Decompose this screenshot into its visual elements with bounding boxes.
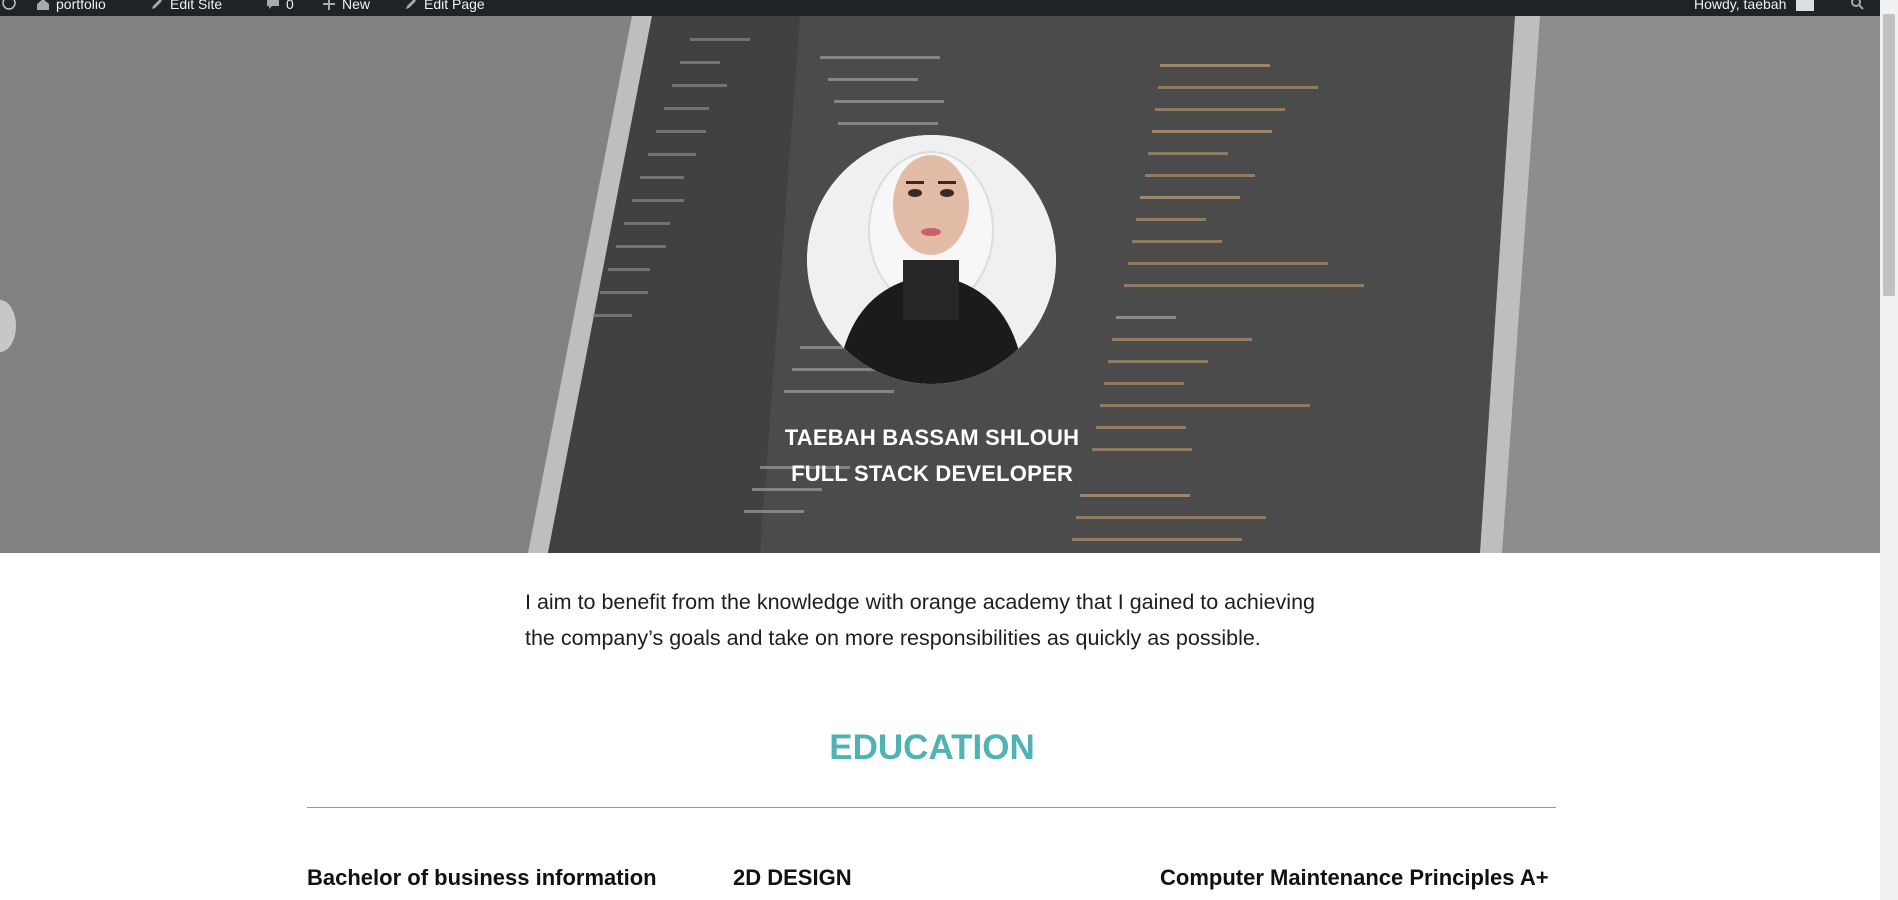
user-avatar-icon (1796, 0, 1815, 11)
hero-name: TAEBAH BASSAM SHLOUH (784, 425, 1080, 450)
admin-bar: portfolio Edit Site 0 New Edit Page Howd… (0, 0, 1880, 16)
comment-icon (267, 0, 279, 9)
pencil-icon (152, 0, 162, 9)
admin-bar-edit-page[interactable]: Edit Page (404, 0, 485, 12)
admin-bar-greeting: Howdy, taebah (1694, 0, 1787, 12)
scrollbar-thumb[interactable] (1883, 14, 1895, 296)
objective-text: I aim to benefit from the knowledge with… (525, 590, 1315, 650)
admin-bar-new[interactable]: New (322, 0, 370, 12)
home-icon (37, 0, 49, 10)
education-heading: EDUCATION (829, 728, 1035, 767)
pencil-icon (406, 0, 416, 9)
admin-bar-edit-page-label: Edit Page (424, 0, 485, 12)
admin-bar-comments-count: 0 (286, 0, 294, 12)
admin-bar-site-label: portfolio (56, 0, 106, 12)
admin-bar-account[interactable]: Howdy, taebah (1694, 0, 1815, 12)
education-item: 2D DESIGN (733, 865, 852, 890)
admin-bar-edit-site-label: Edit Site (170, 0, 223, 12)
admin-bar-new-label: New (342, 0, 371, 12)
hero-role: FULL STACK DEVELOPER (791, 461, 1073, 486)
admin-bar-search[interactable] (1850, 0, 1864, 10)
admin-bar-edit-site[interactable]: Edit Site (150, 0, 222, 12)
hero-banner: TAEBAH BASSAM SHLOUH FULL STACK DEVELOPE… (0, 16, 1880, 553)
profile-photo (807, 135, 1056, 384)
education-item: Computer Maintenance Principles A+ (1160, 865, 1549, 890)
admin-bar-site-link[interactable]: portfolio (36, 0, 106, 12)
page-scrollbar[interactable] (1880, 0, 1898, 900)
plus-icon (323, 0, 335, 10)
education-divider (307, 807, 1556, 808)
search-icon (1851, 0, 1864, 10)
admin-bar-comments[interactable]: 0 (266, 0, 294, 12)
education-item: Bachelor of business information (307, 865, 657, 890)
wordpress-logo-icon[interactable] (2, 0, 16, 10)
